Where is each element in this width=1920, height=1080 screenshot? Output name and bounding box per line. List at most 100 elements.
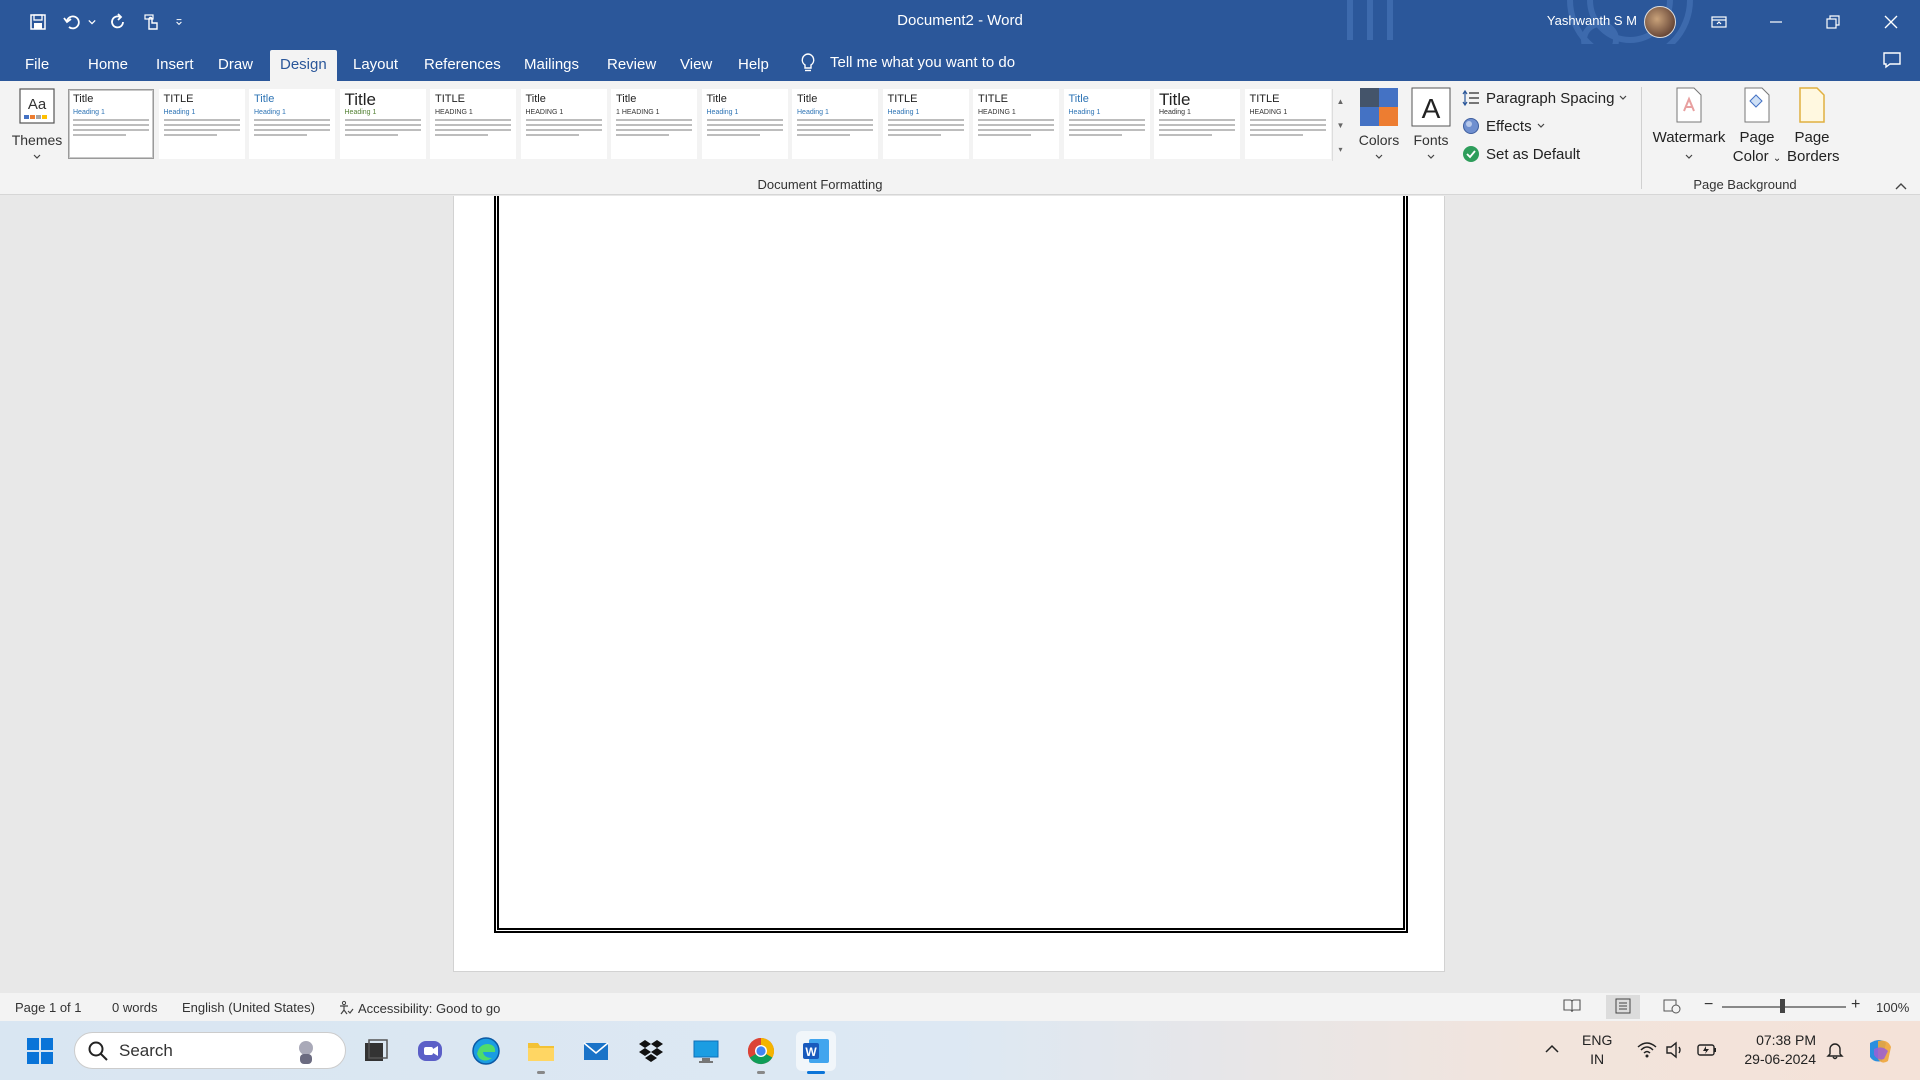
gallery-scroll[interactable]: ▲ ▼ ▾ [1332, 89, 1348, 161]
page-count[interactable]: Page 1 of 1 [15, 1000, 82, 1015]
copilot-icon[interactable] [1864, 1035, 1896, 1067]
customize-qat-icon[interactable] [172, 8, 186, 36]
minimize-icon[interactable] [1747, 0, 1805, 44]
tab-file[interactable]: File [15, 50, 59, 81]
word-icon[interactable]: W [796, 1031, 836, 1071]
clock[interactable]: 07:38 PM 29-06-2024 [1734, 1031, 1816, 1069]
style-set-title: Title [1068, 93, 1089, 105]
tab-review[interactable]: Review [597, 50, 666, 81]
touch-mode-icon[interactable] [138, 8, 166, 36]
gallery-more-icon[interactable]: ▾ [1338, 145, 1342, 154]
collapse-ribbon-icon[interactable] [1894, 181, 1908, 191]
file-explorer-icon[interactable] [521, 1031, 561, 1071]
language-indicator[interactable]: ENG IN [1582, 1031, 1612, 1069]
style-set-item[interactable]: TITLE Heading 1 [158, 89, 245, 159]
style-set-item[interactable]: Title Heading 1 [792, 89, 878, 159]
watermark-button[interactable]: Watermark [1651, 87, 1727, 166]
tab-design[interactable]: Design [270, 50, 337, 81]
mail-icon[interactable] [576, 1031, 616, 1071]
set-as-default-button[interactable]: Set as Default [1462, 145, 1580, 163]
avatar[interactable] [1644, 6, 1676, 38]
style-set-item[interactable]: TITLE Heading 1 [882, 89, 969, 159]
page-borders-button[interactable]: Page Borders [1787, 87, 1840, 166]
zoom-in-button[interactable]: + [1851, 996, 1860, 1014]
style-set-heading: Heading 1 [73, 109, 105, 116]
redo-icon[interactable] [104, 8, 132, 36]
read-mode-icon[interactable] [1563, 998, 1581, 1014]
tab-draw[interactable]: Draw [208, 50, 263, 81]
restore-icon[interactable] [1804, 0, 1862, 44]
battery-icon[interactable] [1696, 1041, 1718, 1059]
style-set-item[interactable]: Title HEADING 1 [520, 89, 607, 159]
style-set-sample-line [706, 119, 783, 121]
teams-icon[interactable] [410, 1031, 450, 1071]
themes-button[interactable]: Aa Themes [8, 87, 66, 167]
style-set-sample-line [797, 124, 873, 126]
save-icon[interactable] [24, 8, 52, 36]
show-hidden-icons-chevron-icon[interactable] [1544, 1043, 1560, 1055]
style-set-sample-line [344, 134, 398, 136]
gallery-scroll-down-icon[interactable]: ▼ [1337, 121, 1345, 130]
close-icon[interactable] [1862, 0, 1920, 44]
style-set-title: TITLE [1249, 93, 1280, 105]
style-set-title: Title [254, 93, 275, 105]
style-set-item[interactable]: Title Heading 1 [249, 89, 335, 159]
volume-icon[interactable] [1665, 1041, 1685, 1059]
style-set-item[interactable]: Title Heading 1 [339, 89, 426, 159]
style-set-item[interactable]: Title Heading 1 [68, 89, 154, 159]
print-layout-icon[interactable] [1614, 998, 1632, 1014]
gallery-scroll-up-icon[interactable]: ▲ [1337, 97, 1345, 106]
remote-desktop-icon[interactable] [686, 1031, 726, 1071]
paragraph-spacing-button[interactable]: Paragraph Spacing [1462, 89, 1628, 107]
tab-layout[interactable]: Layout [343, 50, 408, 81]
style-set-heading: Heading 1 [163, 109, 196, 116]
effects-button[interactable]: Effects [1462, 117, 1546, 135]
zoom-level[interactable]: 100% [1876, 1000, 1909, 1015]
style-set-sample-line [73, 124, 149, 126]
undo-icon[interactable] [58, 8, 86, 36]
style-set-item[interactable]: TITLE HEADING 1 [430, 89, 516, 159]
windows-start-icon[interactable] [20, 1031, 60, 1071]
fonts-button[interactable]: A Fonts [1406, 87, 1456, 166]
tab-home[interactable]: Home [78, 50, 138, 81]
style-set-item[interactable]: Title Heading 1 [1154, 89, 1240, 159]
comments-icon[interactable] [1882, 51, 1902, 69]
undo-dropdown-icon[interactable] [86, 8, 98, 36]
zoom-out-button[interactable]: − [1704, 996, 1713, 1014]
svg-text:Aa: Aa [28, 96, 47, 113]
style-set-item[interactable]: Title Heading 1 [1063, 89, 1150, 159]
edge-icon[interactable] [466, 1031, 506, 1071]
tab-insert[interactable]: Insert [146, 50, 204, 81]
colors-button[interactable]: Colors [1354, 87, 1404, 166]
style-set-item[interactable]: Title Heading 1 [701, 89, 788, 159]
tab-view[interactable]: View [670, 50, 722, 81]
tab-help[interactable]: Help [728, 50, 779, 81]
wifi-icon[interactable] [1637, 1041, 1657, 1059]
language-line2: IN [1590, 1051, 1605, 1067]
tab-references[interactable]: References [414, 50, 511, 81]
user-name[interactable]: Yashwanth S M [1547, 13, 1637, 28]
page-color-icon [1744, 87, 1770, 123]
zoom-slider-thumb[interactable] [1780, 999, 1785, 1013]
chrome-icon[interactable] [741, 1031, 781, 1071]
style-set-sample-line [254, 119, 330, 121]
language-status[interactable]: English (United States) [182, 1000, 315, 1015]
ribbon-display-options-icon[interactable] [1690, 0, 1748, 44]
task-view-icon[interactable] [355, 1031, 395, 1071]
document-page[interactable] [453, 196, 1445, 972]
notifications-bell-icon[interactable] [1826, 1040, 1844, 1060]
word-count[interactable]: 0 words [112, 1000, 158, 1015]
web-layout-icon[interactable] [1663, 998, 1681, 1014]
lightbulb-icon [801, 52, 815, 71]
accessibility-status[interactable]: Accessibility: Good to go [338, 1000, 500, 1016]
style-set-item[interactable]: TITLE HEADING 1 [973, 89, 1059, 159]
tell-me-search[interactable]: Tell me what you want to do [800, 50, 1015, 75]
clock-time: 07:38 PM [1756, 1032, 1816, 1048]
taskbar-search[interactable]: Search [74, 1032, 346, 1069]
tab-mailings[interactable]: Mailings [514, 50, 589, 81]
dropbox-icon[interactable] [631, 1031, 671, 1071]
style-set-item[interactable]: Title 1 HEADING 1 [611, 89, 697, 159]
style-set-item[interactable]: TITLE HEADING 1 [1244, 89, 1331, 159]
page-color-button[interactable]: Page Color ⌄ [1729, 87, 1785, 168]
style-set-sample-line [254, 134, 308, 136]
